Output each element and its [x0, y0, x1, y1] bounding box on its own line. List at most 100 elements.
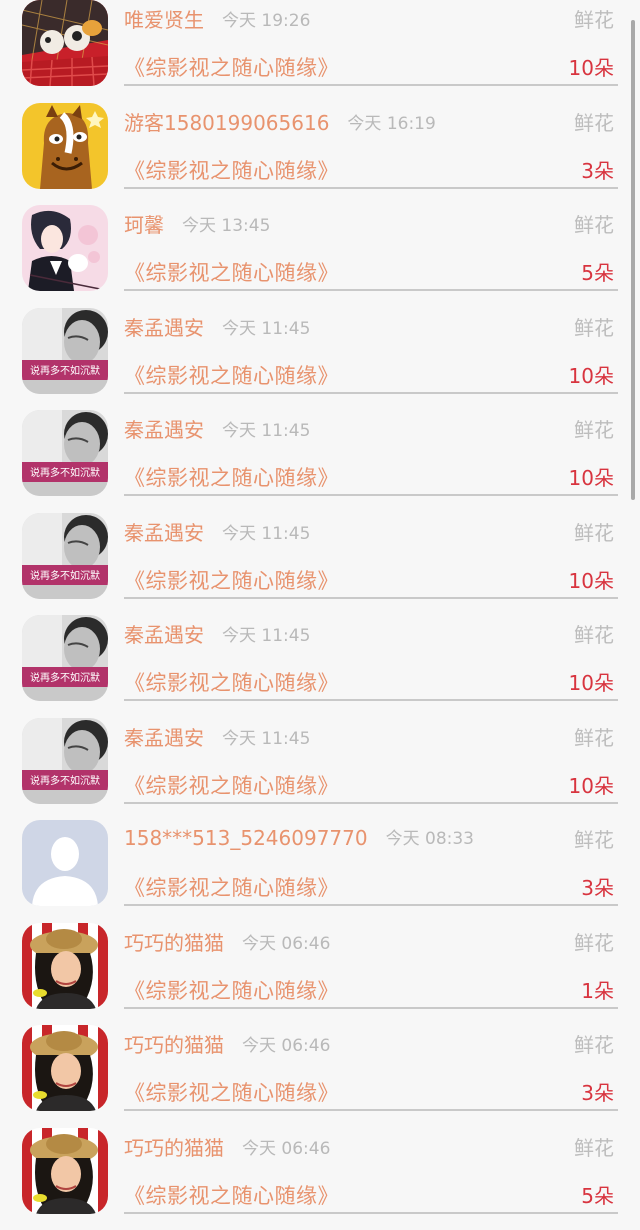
book-title-link[interactable]: 《综影视之随心随缘》	[124, 360, 339, 390]
gift-record-row[interactable]: 巧巧的猫猫今天 06:46 鲜花 《综影视之随心随缘》 1朵	[0, 923, 640, 1026]
gift-record-list: 唯爱贤生今天 19:26 鲜花 《综影视之随心随缘》 10朵 游客1580199…	[0, 0, 640, 1230]
book-title-link[interactable]: 《综影视之随心随缘》	[124, 770, 339, 800]
gift-record-row[interactable]: 巧巧的猫猫今天 06:46 鲜花 《综影视之随心随缘》 3朵	[0, 1025, 640, 1128]
gift-record-row[interactable]: 珂馨今天 13:45 鲜花 《综影视之随心随缘》 5朵	[0, 205, 640, 308]
gift-type-label: 鲜花	[574, 517, 614, 546]
avatar[interactable]	[22, 923, 108, 1009]
gift-type-label: 鲜花	[574, 209, 614, 238]
timestamp: 今天 06:46	[242, 1036, 330, 1056]
avatar[interactable]	[22, 1128, 108, 1214]
row-divider	[124, 597, 618, 599]
book-title-link[interactable]: 《综影视之随心随缘》	[124, 257, 339, 287]
gift-type-label: 鲜花	[574, 722, 614, 751]
avatar[interactable]	[22, 205, 108, 291]
flower-count: 10朵	[569, 565, 614, 594]
book-title-link[interactable]: 《综影视之随心随缘》	[124, 667, 339, 697]
flower-count: 3朵	[581, 1077, 614, 1106]
avatar[interactable]	[22, 103, 108, 189]
gift-record-row[interactable]: 说再多不如沉默 秦孟遇安今天 11:45 鲜花 《综影视之随心随缘》 10朵	[0, 410, 640, 513]
user-name: 秦孟遇安今天 11:45	[124, 619, 310, 648]
timestamp: 今天 11:45	[222, 319, 310, 339]
row-divider	[124, 1007, 618, 1009]
user-name: 珂馨今天 13:45	[124, 209, 270, 238]
gift-type-label: 鲜花	[574, 1029, 614, 1058]
gift-record-row[interactable]: 唯爱贤生今天 19:26 鲜花 《综影视之随心随缘》 10朵	[0, 0, 640, 103]
gift-record-row[interactable]: 巧巧的猫猫今天 06:46 鲜花 《综影视之随心随缘》 5朵	[0, 1128, 640, 1230]
gift-record-row[interactable]: 说再多不如沉默 秦孟遇安今天 11:45 鲜花 《综影视之随心随缘》 10朵	[0, 513, 640, 616]
user-name: 158***513_5246097770今天 08:33	[124, 824, 474, 850]
book-title-link[interactable]: 《综影视之随心随缘》	[124, 872, 339, 902]
user-name: 秦孟遇安今天 11:45	[124, 312, 310, 341]
book-title-link[interactable]: 《综影视之随心随缘》	[124, 155, 339, 185]
user-name: 游客1580199065616今天 16:19	[124, 107, 436, 136]
user-name: 秦孟遇安今天 11:45	[124, 722, 310, 751]
avatar[interactable]: 说再多不如沉默	[22, 718, 108, 804]
gift-type-label: 鲜花	[574, 107, 614, 136]
timestamp: 今天 11:45	[222, 626, 310, 646]
book-title-link[interactable]: 《综影视之随心随缘》	[124, 52, 339, 82]
row-divider	[124, 289, 618, 291]
flower-count: 10朵	[569, 462, 614, 491]
gift-type-label: 鲜花	[574, 1132, 614, 1161]
avatar[interactable]: 说再多不如沉默	[22, 615, 108, 701]
row-divider	[124, 1212, 618, 1214]
book-title-link[interactable]: 《综影视之随心随缘》	[124, 975, 339, 1005]
gift-record-row[interactable]: 游客1580199065616今天 16:19 鲜花 《综影视之随心随缘》 3朵	[0, 103, 640, 206]
gift-type-label: 鲜花	[574, 619, 614, 648]
book-title-link[interactable]: 《综影视之随心随缘》	[124, 565, 339, 595]
svg-text:说再多不如沉默: 说再多不如沉默	[30, 364, 100, 377]
book-title-link[interactable]: 《综影视之随心随缘》	[124, 462, 339, 492]
timestamp: 今天 16:19	[347, 114, 435, 134]
book-title-link[interactable]: 《综影视之随心随缘》	[124, 1180, 339, 1210]
flower-count: 10朵	[569, 667, 614, 696]
user-name: 巧巧的猫猫今天 06:46	[124, 1029, 330, 1058]
gift-type-label: 鲜花	[574, 824, 614, 853]
gift-record-row[interactable]: 说再多不如沉默 秦孟遇安今天 11:45 鲜花 《综影视之随心随缘》 10朵	[0, 615, 640, 718]
user-name: 唯爱贤生今天 19:26	[124, 4, 310, 33]
gift-type-label: 鲜花	[574, 927, 614, 956]
gift-type-label: 鲜花	[574, 414, 614, 443]
svg-text:说再多不如沉默: 说再多不如沉默	[30, 671, 100, 684]
timestamp: 今天 19:26	[222, 11, 310, 31]
flower-count: 10朵	[569, 360, 614, 389]
book-title-link[interactable]: 《综影视之随心随缘》	[124, 1077, 339, 1107]
gift-record-row[interactable]: 说再多不如沉默 秦孟遇安今天 11:45 鲜花 《综影视之随心随缘》 10朵	[0, 718, 640, 821]
flower-count: 10朵	[569, 52, 614, 81]
flower-count: 3朵	[581, 872, 614, 901]
user-name: 秦孟遇安今天 11:45	[124, 414, 310, 443]
avatar[interactable]	[22, 820, 108, 906]
avatar[interactable]: 说再多不如沉默	[22, 513, 108, 599]
avatar[interactable]	[22, 0, 108, 86]
row-divider	[124, 904, 618, 906]
flower-count: 1朵	[581, 975, 614, 1004]
gift-type-label: 鲜花	[574, 312, 614, 341]
gift-record-row[interactable]: 说再多不如沉默 秦孟遇安今天 11:45 鲜花 《综影视之随心随缘》 10朵	[0, 308, 640, 411]
gift-type-label: 鲜花	[574, 4, 614, 33]
scrollbar[interactable]	[631, 20, 635, 500]
timestamp: 今天 06:46	[242, 1139, 330, 1159]
timestamp: 今天 11:45	[222, 524, 310, 544]
svg-text:说再多不如沉默: 说再多不如沉默	[30, 774, 100, 787]
user-name: 巧巧的猫猫今天 06:46	[124, 1132, 330, 1161]
avatar[interactable]: 说再多不如沉默	[22, 308, 108, 394]
timestamp: 今天 11:45	[222, 421, 310, 441]
row-divider	[124, 699, 618, 701]
row-divider	[124, 494, 618, 496]
gift-record-row[interactable]: 158***513_5246097770今天 08:33 鲜花 《综影视之随心随…	[0, 820, 640, 923]
row-divider	[124, 802, 618, 804]
timestamp: 今天 06:46	[242, 934, 330, 954]
flower-count: 5朵	[581, 257, 614, 286]
row-divider	[124, 392, 618, 394]
avatar[interactable]: 说再多不如沉默	[22, 410, 108, 496]
user-name: 巧巧的猫猫今天 06:46	[124, 927, 330, 956]
timestamp: 今天 11:45	[222, 729, 310, 749]
svg-text:说再多不如沉默: 说再多不如沉默	[30, 466, 100, 479]
row-divider	[124, 1109, 618, 1111]
avatar[interactable]	[22, 1025, 108, 1111]
timestamp: 今天 08:33	[386, 829, 474, 849]
flower-count: 10朵	[569, 770, 614, 799]
row-divider	[124, 84, 618, 86]
flower-count: 3朵	[581, 155, 614, 184]
user-name: 秦孟遇安今天 11:45	[124, 517, 310, 546]
svg-text:说再多不如沉默: 说再多不如沉默	[30, 569, 100, 582]
